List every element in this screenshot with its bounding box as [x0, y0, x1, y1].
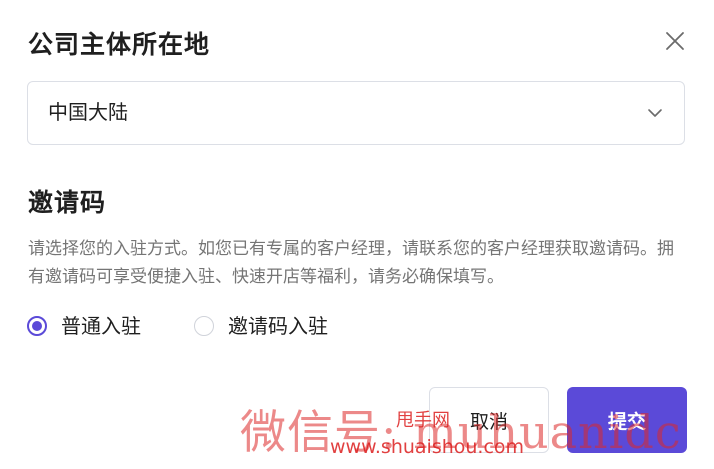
- radio-label-normal: 普通入驻: [61, 314, 141, 338]
- radio-button-invite-code[interactable]: [194, 316, 214, 336]
- radio-option-normal[interactable]: 普通入驻: [27, 310, 141, 342]
- close-icon: [666, 32, 684, 50]
- region-select[interactable]: 中国大陆: [27, 81, 685, 145]
- radio-label-invite-code: 邀请码入驻: [228, 314, 328, 338]
- region-select-value: 中国大陆: [48, 100, 128, 124]
- close-button[interactable]: [660, 26, 690, 56]
- chevron-down-icon: [648, 109, 662, 117]
- dialog-title: 公司主体所在地: [28, 30, 211, 59]
- submit-button[interactable]: 提交: [567, 387, 687, 453]
- radio-option-invite-code[interactable]: 邀请码入驻: [194, 310, 328, 342]
- invite-description: 请选择您的入驻方式。如您已有专属的客户经理，请联系您的客户经理获取邀请码。拥有邀…: [28, 239, 674, 287]
- invite-section-title: 邀请码: [28, 188, 107, 217]
- cancel-button[interactable]: 取消: [429, 387, 549, 453]
- region-dialog: 公司主体所在地 中国大陆 邀请码 请选择您的入驻方式。如您已有专属的客户经理，请…: [0, 0, 714, 469]
- radio-button-normal[interactable]: [27, 316, 47, 336]
- entry-method-radio-group: 普通入驻 邀请码入驻: [27, 310, 381, 342]
